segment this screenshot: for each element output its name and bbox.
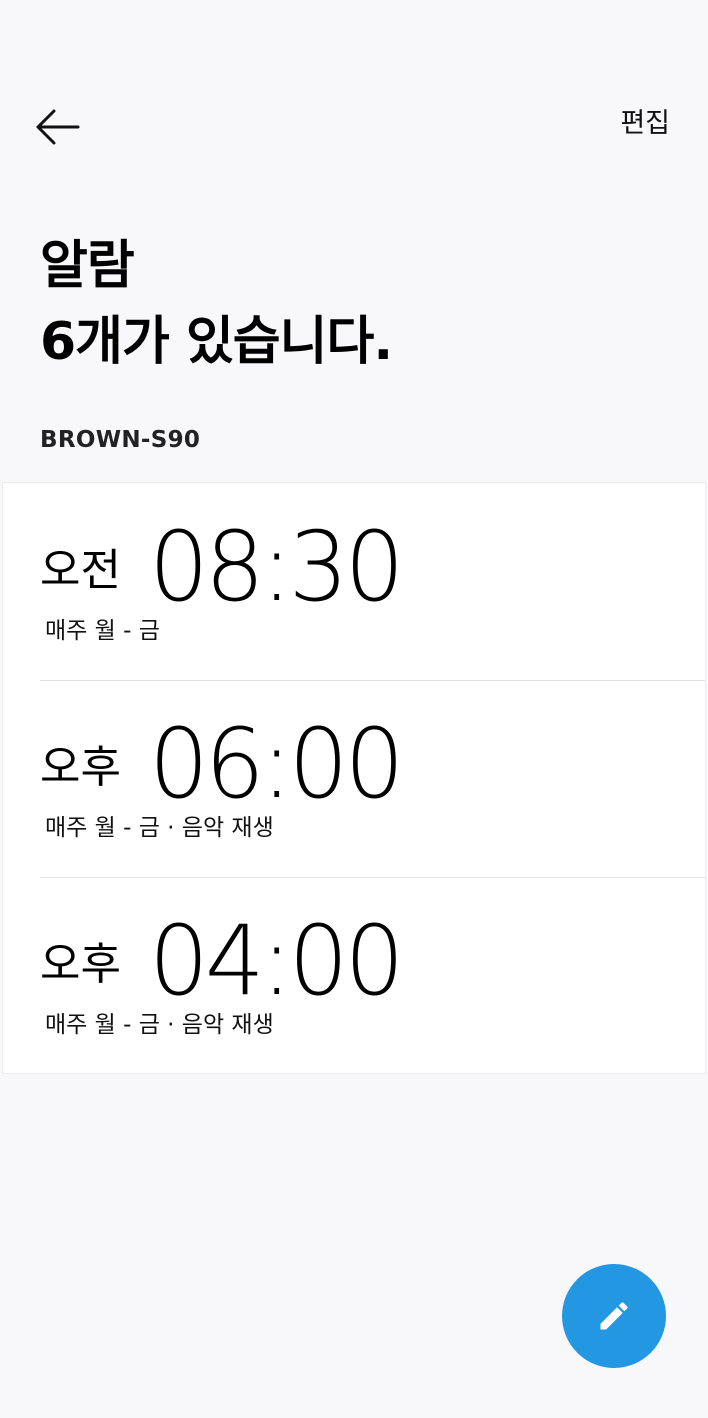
page-title-line2: 6개가 있습니다. [40, 312, 393, 372]
alarm-time: 04:00 [149, 905, 404, 1017]
alarm-description: 매주 월 - 금 · 음악 재생 [45, 1012, 274, 1038]
alarm-description: 매주 월 - 금 · 음악 재생 [45, 815, 274, 841]
alarm-item[interactable]: 오후 06:00 매주 월 - 금 · 음악 재생 [3, 680, 705, 877]
page-title-line1: 알람 [40, 236, 135, 296]
arrow-left-icon [36, 109, 80, 145]
alarm-period: 오후 [40, 939, 121, 990]
alarm-item[interactable]: 오후 04:00 매주 월 - 금 · 음악 재생 [3, 877, 705, 1074]
back-button[interactable] [34, 104, 90, 150]
add-alarm-button[interactable] [562, 1264, 666, 1368]
pencil-icon [600, 1302, 628, 1330]
edit-button[interactable]: 편집 [620, 104, 670, 144]
alarm-period: 오후 [40, 742, 121, 793]
alarm-period: 오전 [40, 545, 121, 596]
alarm-description: 매주 월 - 금 [45, 618, 160, 644]
device-name: BROWN-S90 [40, 427, 201, 453]
alarm-item[interactable]: 오전 08:30 매주 월 - 금 [3, 483, 705, 680]
alarm-time: 08:30 [149, 511, 404, 623]
alarm-list: 오전 08:30 매주 월 - 금 오후 06:00 매주 월 - 금 · 음악… [2, 482, 706, 1074]
page-title: 알람 6개가 있습니다. [40, 228, 393, 380]
alarm-time: 06:00 [149, 708, 404, 820]
